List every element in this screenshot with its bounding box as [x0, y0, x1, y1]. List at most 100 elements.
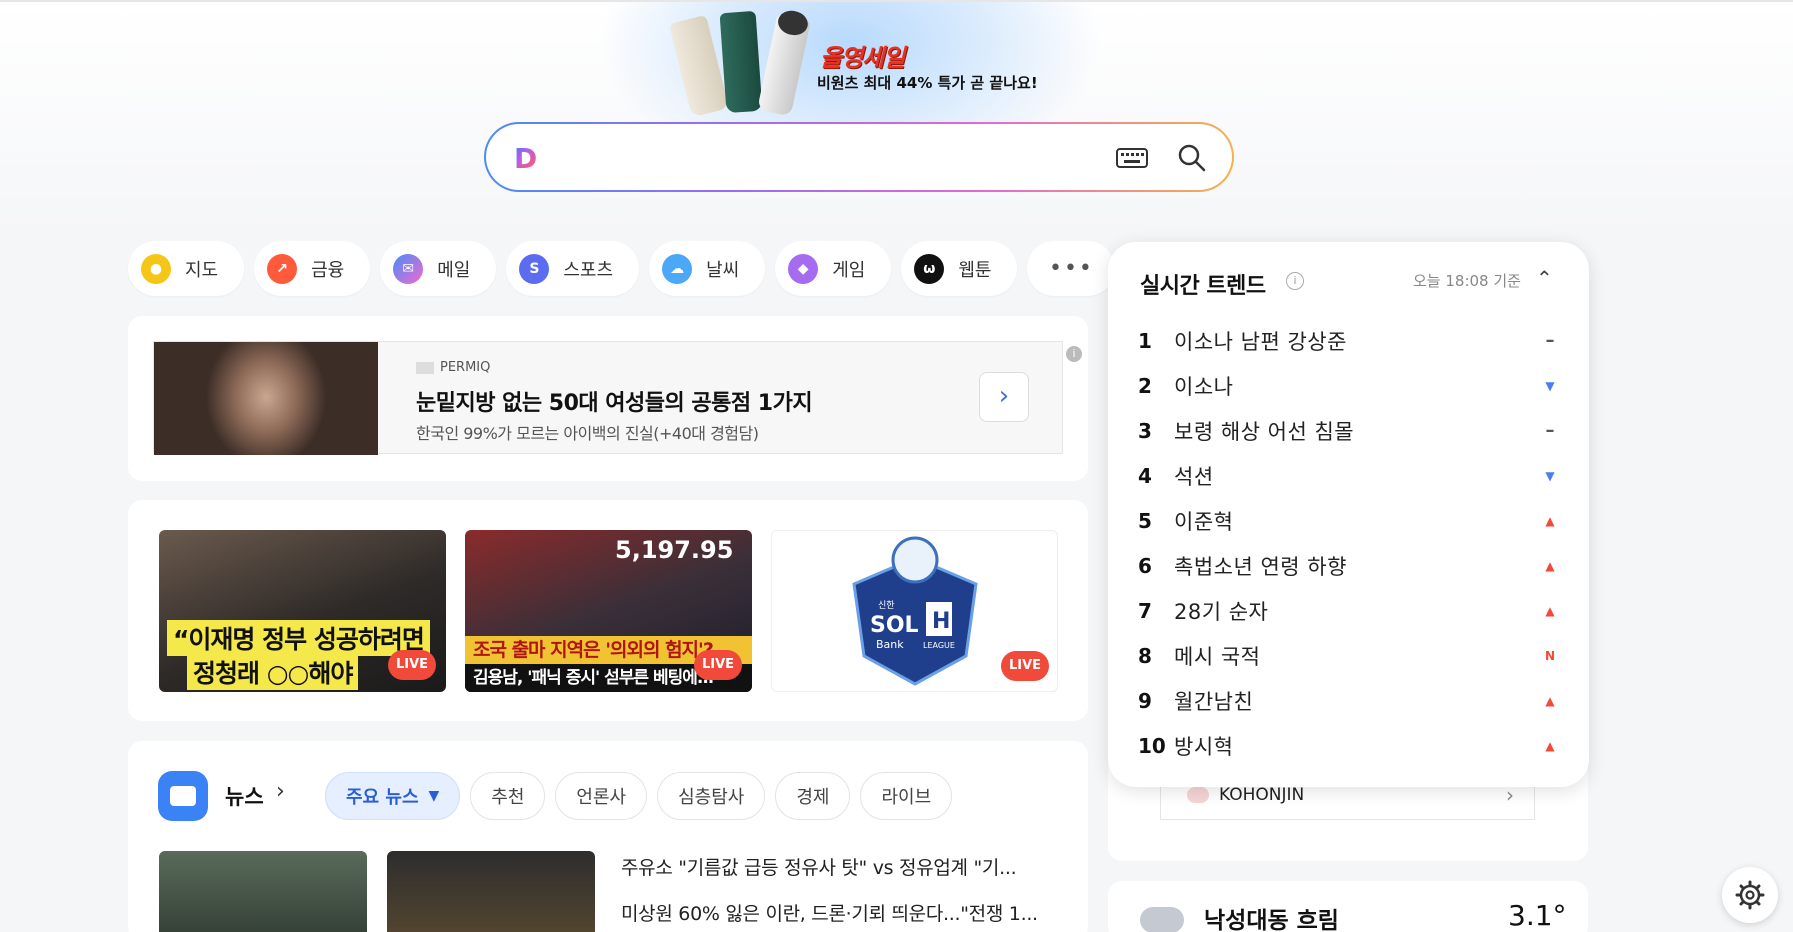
tab-label: 경제	[796, 787, 830, 808]
trend-item[interactable]: 10 방시혁 ▲	[1138, 723, 1558, 768]
ad-chevron-right-icon[interactable]: ›	[979, 372, 1029, 422]
live-badge: LIVE	[1001, 651, 1049, 681]
kohonjin-label: KOHONJIN	[1219, 785, 1305, 805]
search-input[interactable]	[556, 140, 1076, 176]
video-thumbnail[interactable]: 신한 SOL Bank H LEAGUE LIVE	[771, 530, 1058, 692]
chevron-right-icon[interactable]: ›	[276, 779, 285, 804]
live-video-card: “이재명 정부 성공하려면 정청래 ○○해야 LIVE 5,197.95 조국 …	[128, 500, 1088, 721]
top-banner-ad[interactable]: 올영세일 비원츠 최대 44% 특가 곧 끝나요!	[668, 8, 1045, 118]
shortcut-sports[interactable]: S 스포츠	[506, 241, 640, 296]
trend-item[interactable]: 6 촉법소년 연령 하향 ▲	[1138, 543, 1558, 588]
tab-recommended[interactable]: 추천	[470, 772, 546, 820]
trend-rank: 9	[1138, 688, 1152, 713]
weather-card[interactable]: 낙성대동 흐림 3.1°	[1108, 881, 1588, 932]
shortcut-mail[interactable]: ✉ 메일	[380, 241, 497, 296]
trend-status-new-icon: N	[1544, 648, 1556, 663]
news-thumbnail[interactable]	[159, 851, 367, 932]
tab-economy[interactable]: 경제	[775, 772, 851, 820]
kohonjin-logo-icon	[1187, 787, 1209, 803]
cloud-icon	[1140, 907, 1184, 932]
news-headline[interactable]: 주유소 "기름값 급등 정유사 탓" vs 정유업계 "기...	[621, 853, 1061, 880]
shortcut-weather[interactable]: ☁ 날씨	[649, 241, 766, 296]
ad-content[interactable]: PERMIQ 눈밑지방 없는 50대 여성들의 공통점 1가지 한국인 99%가…	[153, 341, 1082, 455]
svg-text:H: H	[932, 609, 950, 634]
trend-keyword: 석션	[1174, 464, 1214, 489]
trend-rank: 5	[1138, 508, 1152, 533]
tab-label: 언론사	[576, 787, 627, 808]
trend-list: 1 이소나 남편 강상준 –2 이소나 ▼ 3 보령 해상 어선 침몰 –4 석션 ▼ 5 이준혁 ▲ 6…	[1138, 318, 1558, 768]
trend-item[interactable]: 4 석션 ▼	[1138, 453, 1558, 498]
daum-logo-icon[interactable]: D	[514, 144, 542, 174]
info-icon[interactable]: i	[1286, 272, 1304, 290]
trend-rank: 10	[1138, 733, 1166, 758]
shortcut-label: 메일	[437, 259, 471, 281]
keyboard-icon[interactable]	[1116, 148, 1148, 168]
trend-status-up-icon: ▲	[1545, 693, 1555, 708]
shortcut-map[interactable]: ● 지도	[128, 241, 245, 296]
ad-subtitle: 한국인 99%가 모르는 아이백의 진실(+40대 경험담)	[416, 424, 759, 443]
news-section-title[interactable]: 뉴스	[225, 781, 264, 811]
trend-item[interactable]: 8 메시 국적 N	[1138, 633, 1558, 678]
video-thumbnail[interactable]: 5,197.95 조국 출마 지역은 '의외의 험지'? 김용남, '패닉 증시…	[465, 530, 752, 692]
trend-status-down-icon: ▼	[1545, 468, 1555, 483]
trend-rank: 4	[1138, 463, 1152, 488]
trend-keyword: 28기 순자	[1174, 599, 1269, 624]
trend-item[interactable]: 7 28기 순자 ▲	[1138, 588, 1558, 633]
tab-live[interactable]: 라이브	[860, 772, 953, 820]
top-divider	[0, 0, 1793, 2]
trend-item[interactable]: 1 이소나 남편 강상준 –	[1138, 318, 1558, 363]
shortcut-label: 지도	[185, 259, 219, 281]
trend-item[interactable]: 5 이준혁 ▲	[1138, 498, 1558, 543]
map-pin-icon: ●	[141, 253, 171, 284]
news-thumbnail[interactable]	[387, 851, 595, 932]
shortcut-game[interactable]: ◆ 게임	[775, 241, 892, 296]
shortcut-finance[interactable]: ↗ 금융	[254, 241, 371, 296]
trend-keyword: 보령 해상 어선 침몰	[1174, 419, 1355, 444]
sol-bank-league-logo: 신한 SOL Bank H LEAGUE	[852, 536, 978, 686]
trend-rank: 7	[1138, 598, 1152, 623]
settings-button[interactable]	[1722, 867, 1778, 923]
trend-rank: 1	[1138, 328, 1152, 353]
trend-item[interactable]: 2 이소나 ▼	[1138, 363, 1558, 408]
trend-keyword: 이소나	[1174, 374, 1234, 399]
search-bar: D	[484, 122, 1234, 192]
video-index-number: 5,197.95	[615, 536, 734, 564]
product-tube-image	[719, 10, 763, 114]
news-headline[interactable]: 미상원 60% 잃은 이란, 드론·기뢰 띄운다..."전쟁 1...	[621, 899, 1061, 926]
trend-rank: 6	[1138, 553, 1152, 578]
weather-temperature: 3.1°	[1508, 899, 1567, 932]
trend-status-up-icon: ▲	[1545, 558, 1555, 573]
tab-indepth[interactable]: 심층탐사	[657, 772, 766, 820]
search-icon[interactable]	[1176, 142, 1208, 174]
trend-status-up-icon: ▲	[1545, 513, 1555, 528]
live-badge: LIVE	[694, 650, 742, 680]
tab-press[interactable]: 언론사	[555, 772, 648, 820]
sports-icon: S	[519, 253, 550, 284]
trend-status-up-icon: ▲	[1545, 603, 1555, 618]
ad-info-icon[interactable]: i	[1066, 346, 1082, 362]
video-caption: “이재명 정부 성공하려면	[167, 620, 430, 656]
tab-main-news[interactable]: 주요 뉴스 ▼	[325, 772, 461, 820]
video-thumbnail[interactable]: “이재명 정부 성공하려면 정청래 ○○해야 LIVE	[159, 530, 446, 692]
native-ad-card: PERMIQ 눈밑지방 없는 50대 여성들의 공통점 1가지 한국인 99%가…	[128, 316, 1088, 481]
logo-text-sol: SOL	[870, 613, 919, 638]
weather-icon: ☁	[662, 253, 693, 284]
more-dots-icon: •••	[1048, 256, 1094, 281]
trend-title: 실시간 트렌드	[1140, 274, 1266, 299]
news-section: 뉴스 › 주요 뉴스 ▼ 추천 언론사 심층탐사 경제 라이브 주유소 "기름값 …	[128, 741, 1088, 932]
shortcut-label: 날씨	[706, 259, 740, 281]
shortcut-label: 금융	[311, 259, 345, 281]
shortcut-webtoon[interactable]: ω 웹툰	[901, 241, 1018, 296]
tab-label: 심층탐사	[678, 787, 745, 808]
trend-item[interactable]: 9 월간남친 ▲	[1138, 678, 1558, 723]
tab-label: 추천	[491, 787, 525, 808]
trend-keyword: 이준혁	[1174, 509, 1234, 534]
logo-text-league: LEAGUE	[923, 641, 955, 650]
logo-text-top: 신한	[878, 600, 895, 611]
trend-keyword: 메시 국적	[1174, 644, 1261, 669]
trend-item[interactable]: 3 보령 해상 어선 침몰 –	[1138, 408, 1558, 453]
chevron-up-icon[interactable]: ⌃	[1536, 266, 1553, 290]
more-shortcuts-button[interactable]: •••	[1027, 241, 1116, 296]
trend-timestamp: 오늘 18:08 기준	[1413, 272, 1521, 290]
banner-sale-subtitle: 비원츠 최대 44% 특가 곧 끝나요!	[817, 74, 1038, 92]
